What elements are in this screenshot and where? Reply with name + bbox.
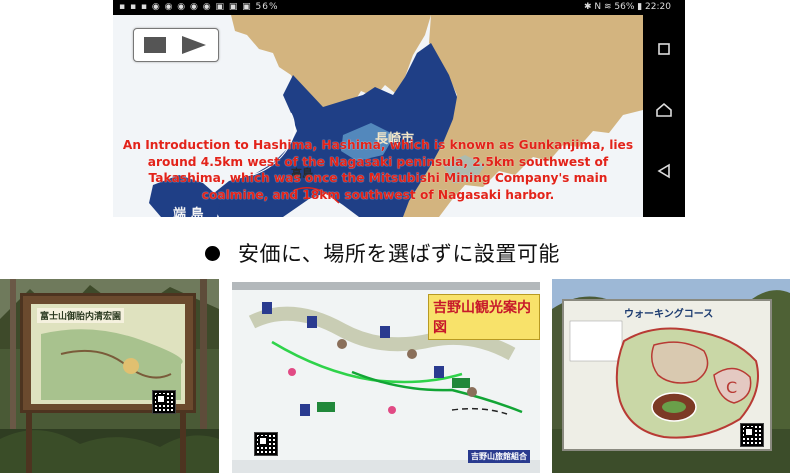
bullet-dot-icon bbox=[205, 245, 220, 261]
qr-code-2 bbox=[254, 432, 278, 456]
sign-1-post-left bbox=[26, 413, 32, 473]
intro-text: An Introduction to Hashima, Hashima, whi… bbox=[122, 138, 634, 202]
status-bar: ▪ ▪ ▪ ◉ ◉ ◉ ◉ ◉ ▣ ▣ ▣ 56% ✱ N ≋ 56% ▮ 22… bbox=[113, 0, 685, 15]
android-nav-bar bbox=[643, 15, 685, 217]
phone-screenshot: ▪ ▪ ▪ ◉ ◉ ◉ ◉ ◉ ▣ ▣ ▣ 56% ✱ N ≋ 56% ▮ 22… bbox=[113, 0, 685, 217]
media-controls bbox=[133, 28, 219, 62]
stop-icon[interactable] bbox=[144, 37, 166, 53]
sign-3-title: ウォーキングコース bbox=[624, 309, 714, 320]
svg-text:C: C bbox=[726, 378, 737, 397]
back-button[interactable] bbox=[643, 156, 685, 186]
photo-yoshino-map: 吉野山観光案内図 吉野山旅館組合 bbox=[232, 282, 540, 473]
video-screen[interactable]: 長崎市 高島 端 島 An Introduction to Hashima, H… bbox=[113, 15, 643, 217]
bullet-point: 安価に、場所を選ばずに設置可能 bbox=[205, 238, 560, 268]
status-right-info: ✱ N ≋ 56% ▮ 22:20 bbox=[583, 2, 671, 12]
sign-2-title: 吉野山観光案内図 bbox=[428, 294, 540, 340]
photo-fuji-sign: 富士山御胎内清宏園 bbox=[0, 279, 219, 473]
play-icon[interactable] bbox=[182, 36, 206, 54]
sign-2-footer: 吉野山旅館組合 bbox=[468, 450, 530, 463]
bullet-text: 安価に、場所を選ばずに設置可能 bbox=[238, 242, 560, 266]
qr-code-3 bbox=[740, 423, 764, 447]
back-triangle-icon bbox=[657, 163, 670, 179]
home-icon bbox=[656, 102, 672, 117]
sign-map-1: 富士山御胎内清宏園 bbox=[31, 304, 185, 404]
status-left-icons: ▪ ▪ ▪ ◉ ◉ ◉ ◉ ◉ ▣ ▣ ▣ 56% bbox=[119, 2, 279, 12]
sign-1-title: 富士山御胎内清宏園 bbox=[37, 308, 125, 323]
recent-apps-button[interactable] bbox=[643, 34, 685, 64]
qr-code-1 bbox=[152, 390, 176, 414]
square-icon bbox=[658, 43, 670, 55]
photo-walking-course: C ウォーキングコース bbox=[552, 279, 790, 473]
map-label-hashima: 端 島 bbox=[173, 207, 204, 217]
sign-1-post-right bbox=[180, 413, 186, 473]
home-button[interactable] bbox=[643, 95, 685, 125]
